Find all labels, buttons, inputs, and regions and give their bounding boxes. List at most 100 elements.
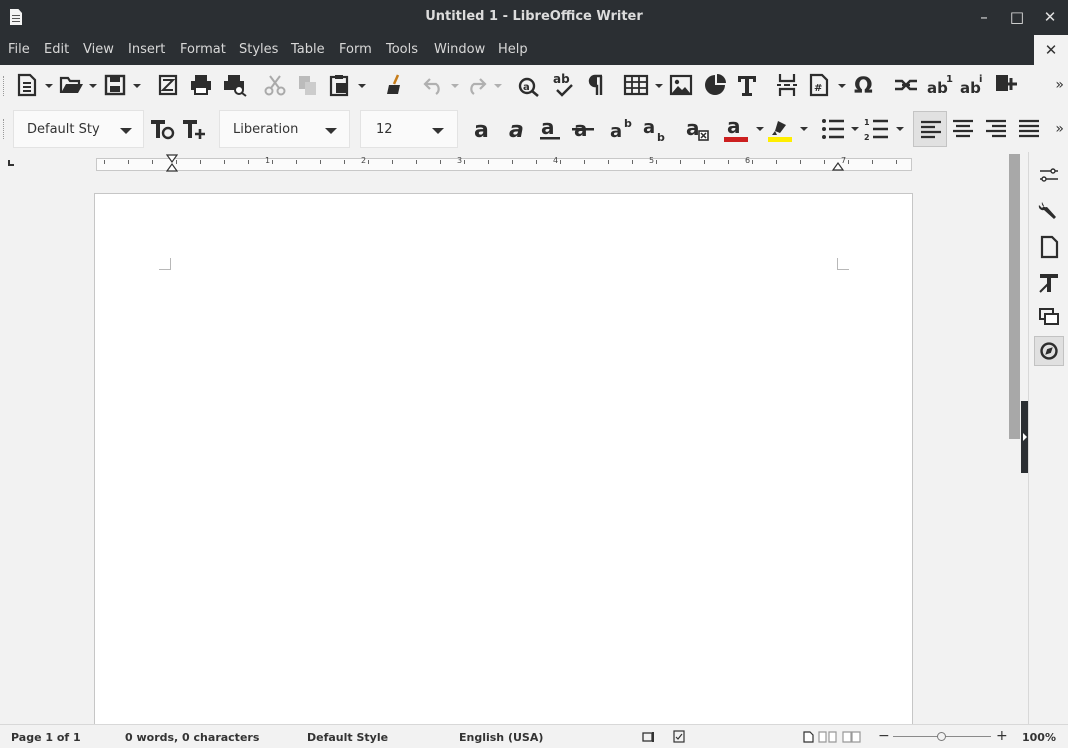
paragraph-style-combo[interactable]: Default Sty	[13, 110, 144, 148]
redo-dropdown-icon[interactable]	[494, 84, 502, 88]
menu-file[interactable]: File	[8, 42, 30, 57]
update-style-icon[interactable]	[149, 117, 175, 141]
underline-icon[interactable]: a	[538, 116, 562, 142]
standard-toolbar-overflow-button[interactable]: »	[1055, 77, 1064, 93]
sidebar-menu-icon[interactable]	[1034, 160, 1064, 190]
font-color-icon[interactable]: a	[723, 114, 751, 144]
superscript-icon[interactable]: ab	[610, 115, 638, 143]
chevron-down-icon[interactable]	[120, 128, 132, 134]
special-character-icon[interactable]: Ω	[852, 72, 878, 98]
print-preview-icon[interactable]	[222, 73, 248, 97]
zoom-in-button[interactable]: +	[996, 728, 1008, 744]
new-document-icon[interactable]	[16, 73, 38, 97]
menu-window[interactable]: Window	[434, 42, 485, 57]
menu-format[interactable]: Format	[180, 42, 226, 57]
page-icon[interactable]	[1034, 232, 1064, 262]
insert-comment-icon[interactable]	[993, 72, 1019, 98]
hyperlink-icon[interactable]	[893, 73, 919, 97]
document-modified-icon[interactable]	[673, 730, 685, 743]
save-icon[interactable]	[104, 73, 126, 97]
styles-icon[interactable]	[1034, 268, 1064, 298]
undo-icon[interactable]	[422, 73, 446, 97]
menu-insert[interactable]: Insert	[128, 42, 165, 57]
language-status[interactable]: English (USA)	[459, 731, 543, 744]
find-replace-icon[interactable]: a	[517, 72, 543, 98]
paste-icon[interactable]	[328, 73, 352, 97]
numbered-list-dropdown-icon[interactable]	[896, 127, 904, 131]
sidebar-collapse-handle[interactable]	[1021, 401, 1028, 473]
save-dropdown-icon[interactable]	[133, 84, 141, 88]
menu-view[interactable]: View	[83, 42, 114, 57]
bold-icon[interactable]: a	[471, 116, 495, 142]
word-count-status[interactable]: 0 words, 0 characters	[125, 731, 259, 744]
open-dropdown-icon[interactable]	[89, 84, 97, 88]
clone-formatting-icon[interactable]	[384, 73, 406, 97]
clear-formatting-icon[interactable]: a	[685, 115, 713, 143]
book-view-icon[interactable]	[842, 731, 862, 743]
formatting-marks-icon[interactable]	[586, 73, 608, 97]
open-folder-icon[interactable]	[59, 73, 85, 97]
insert-chart-icon[interactable]	[703, 73, 727, 97]
zoom-percentage[interactable]: 100%	[1022, 731, 1056, 744]
horizontal-ruler[interactable]: 1 2 3 4 5 6 7	[0, 152, 1008, 176]
justify-icon[interactable]	[1018, 119, 1040, 139]
bullet-list-icon[interactable]	[820, 116, 846, 142]
vertical-scrollbar[interactable]	[1008, 152, 1021, 724]
paste-dropdown-icon[interactable]	[358, 84, 366, 88]
insert-field-icon[interactable]: #	[808, 73, 830, 97]
multi-page-view-icon[interactable]	[818, 731, 838, 743]
font-color-dropdown-icon[interactable]	[756, 127, 764, 131]
chevron-down-icon[interactable]	[432, 128, 444, 134]
menu-table[interactable]: Table	[291, 42, 325, 57]
new-style-icon[interactable]	[181, 117, 207, 141]
navigator-tab[interactable]	[1034, 336, 1064, 366]
endnote-icon[interactable]: abi	[960, 71, 986, 99]
page-break-icon[interactable]	[776, 72, 798, 98]
minimize-button[interactable]: –	[972, 5, 996, 29]
gallery-icon[interactable]	[1034, 302, 1064, 332]
insert-table-icon[interactable]	[623, 73, 649, 97]
menu-form[interactable]: Form	[339, 42, 372, 57]
toolbar-handle[interactable]	[3, 119, 6, 139]
close-document-button[interactable]: ✕	[1034, 35, 1068, 65]
menu-tools[interactable]: Tools	[386, 42, 418, 57]
highlight-color-icon[interactable]	[767, 114, 795, 144]
maximize-button[interactable]: □	[1005, 5, 1029, 29]
align-center-icon[interactable]	[952, 119, 974, 139]
bullet-list-dropdown-icon[interactable]	[851, 127, 859, 131]
tab-stop-type-icon[interactable]	[8, 160, 14, 166]
export-pdf-icon[interactable]	[158, 73, 178, 97]
insert-text-box-icon[interactable]	[735, 73, 759, 97]
subscript-icon[interactable]: ab	[643, 115, 671, 143]
new-dropdown-icon[interactable]	[45, 84, 53, 88]
numbered-list-icon[interactable]: 12	[864, 116, 890, 142]
document-page[interactable]	[94, 193, 913, 724]
font-name-combo[interactable]: Liberation	[219, 110, 350, 148]
properties-icon[interactable]	[1034, 196, 1064, 226]
scrollbar-thumb[interactable]	[1009, 154, 1020, 439]
close-window-button[interactable]: ✕	[1038, 5, 1062, 29]
undo-dropdown-icon[interactable]	[451, 84, 459, 88]
single-page-view-icon[interactable]	[802, 731, 814, 743]
document-canvas[interactable]	[0, 176, 1008, 724]
highlight-dropdown-icon[interactable]	[800, 127, 808, 131]
copy-icon[interactable]	[297, 73, 319, 97]
zoom-slider-knob[interactable]	[937, 732, 946, 741]
toolbar-handle[interactable]	[3, 76, 6, 96]
align-left-button[interactable]	[913, 111, 947, 147]
menu-help[interactable]: Help	[498, 42, 528, 57]
print-icon[interactable]	[189, 73, 213, 97]
chevron-down-icon[interactable]	[325, 128, 337, 134]
cut-icon[interactable]	[263, 73, 287, 97]
redo-icon[interactable]	[464, 73, 488, 97]
spelling-icon[interactable]: ab	[551, 71, 577, 99]
footnote-icon[interactable]: ab1	[927, 71, 953, 99]
formatting-toolbar-overflow-button[interactable]: »	[1055, 121, 1064, 137]
strikethrough-icon[interactable]: a	[571, 116, 595, 142]
zoom-out-button[interactable]: −	[878, 728, 890, 744]
align-right-icon[interactable]	[985, 119, 1007, 139]
italic-icon[interactable]: a	[505, 116, 529, 142]
table-dropdown-icon[interactable]	[655, 84, 663, 88]
field-dropdown-icon[interactable]	[838, 84, 846, 88]
menu-styles[interactable]: Styles	[239, 42, 278, 57]
